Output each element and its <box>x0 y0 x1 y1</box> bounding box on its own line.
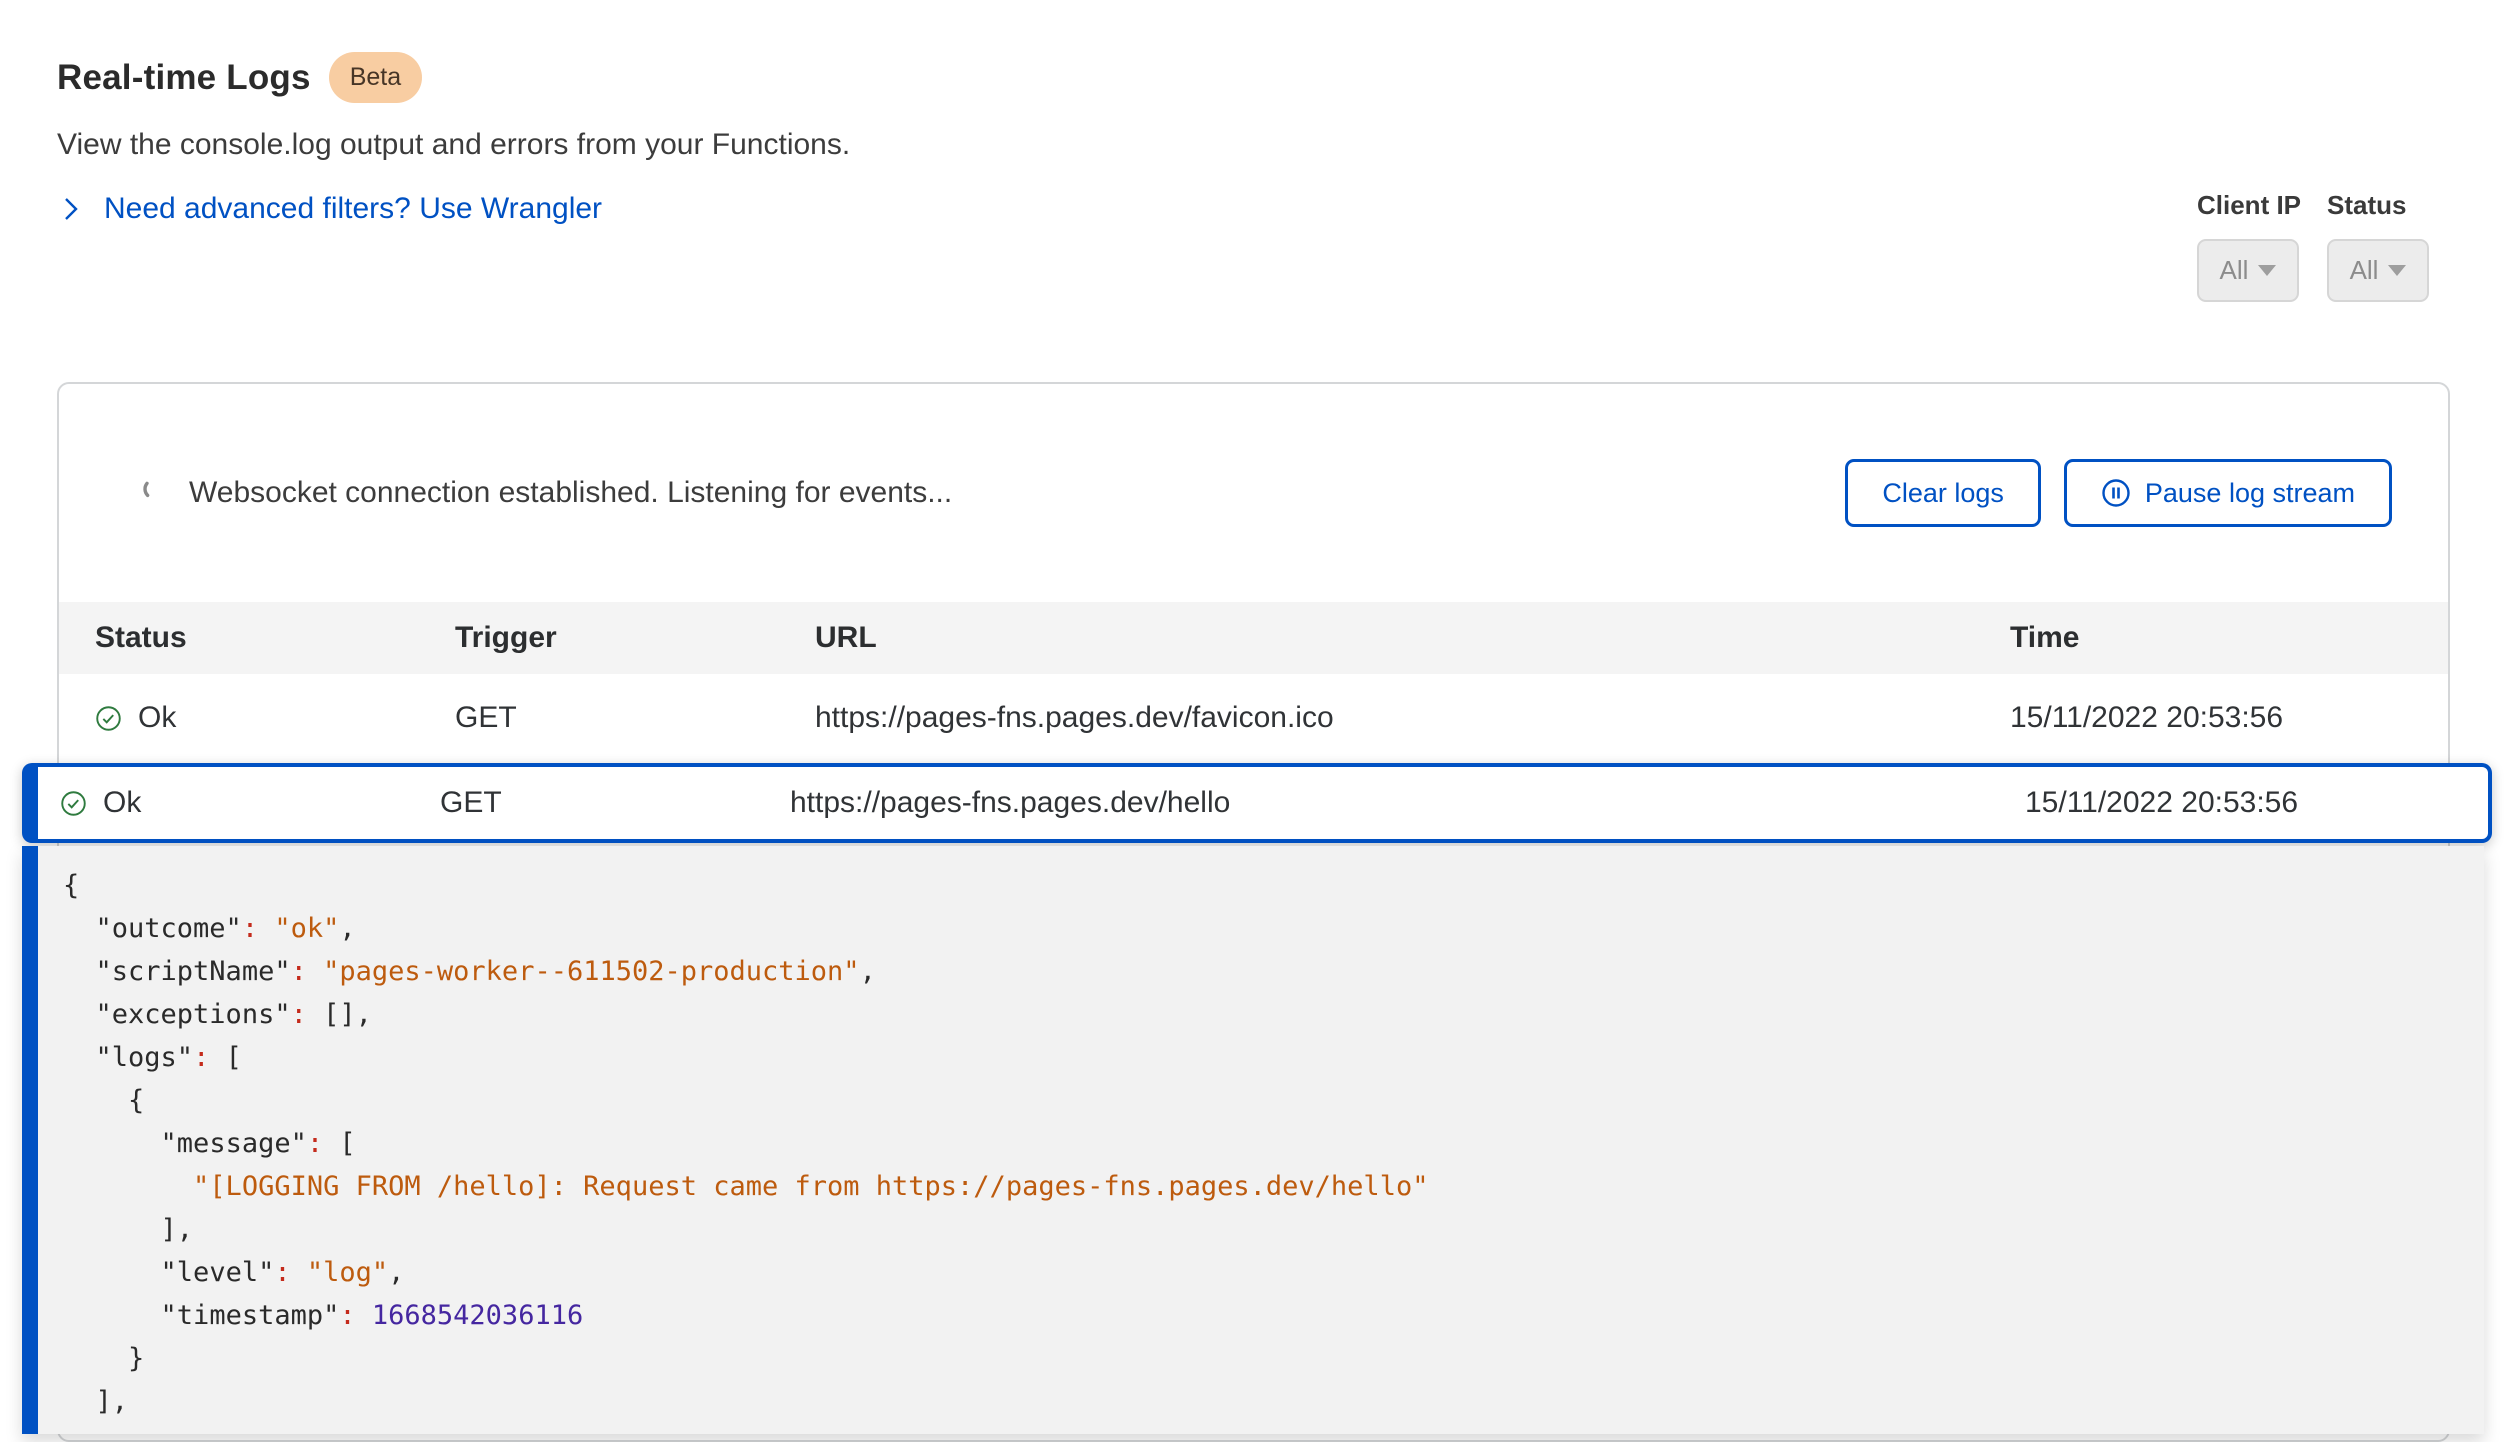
check-circle-icon <box>95 705 122 732</box>
page-subtitle: View the console.log output and errors f… <box>57 128 850 162</box>
websocket-status-message: Websocket connection established. Listen… <box>189 476 952 510</box>
table-row-expanded[interactable]: Ok GET https://pages-fns.pages.dev/hello… <box>22 763 2492 843</box>
status-cell: Ok <box>138 701 176 735</box>
log-detail-panel: { "outcome": "ok", "scriptName": "pages-… <box>22 846 2484 1434</box>
client-ip-filter-dropdown[interactable]: All <box>2197 239 2299 302</box>
column-header-status: Status <box>95 621 455 655</box>
client-ip-filter-value: All <box>2220 255 2249 286</box>
websocket-status: Websocket connection established. Listen… <box>141 476 952 510</box>
trigger-cell: GET <box>440 786 790 820</box>
url-cell: https://pages-fns.pages.dev/favicon.ico <box>815 701 2010 735</box>
pause-log-stream-button[interactable]: Pause log stream <box>2064 459 2392 527</box>
beta-badge: Beta <box>329 52 422 103</box>
status-filter-label: Status <box>2327 190 2429 221</box>
status-filter-dropdown[interactable]: All <box>2327 239 2429 302</box>
wrangler-link-label: Need advanced filters? Use Wrangler <box>104 192 602 226</box>
log-detail-json: { "outcome": "ok", "scriptName": "pages-… <box>63 864 2484 1423</box>
filters: Client IP All Status All <box>2197 190 2429 302</box>
time-cell: 15/11/2022 20:53:56 <box>2010 701 2448 735</box>
status-cell: Ok <box>103 786 141 820</box>
expanded-log-entry: Ok GET https://pages-fns.pages.dev/hello… <box>22 763 2492 1434</box>
pause-icon <box>2101 478 2131 508</box>
chevron-right-icon <box>60 195 82 223</box>
column-header-time: Time <box>2010 621 2448 655</box>
logs-toolbar: Websocket connection established. Listen… <box>59 384 2448 602</box>
table-row[interactable]: Ok GET https://pages-fns.pages.dev/favic… <box>59 674 2448 762</box>
url-cell: https://pages-fns.pages.dev/hello <box>790 786 2025 820</box>
column-header-url: URL <box>815 621 2010 655</box>
table-header: Status Trigger URL Time <box>59 602 2448 674</box>
wrangler-link[interactable]: Need advanced filters? Use Wrangler <box>60 192 602 226</box>
chevron-down-icon <box>2258 265 2276 276</box>
page-header: Real-time Logs Beta <box>57 52 422 103</box>
status-filter-value: All <box>2350 255 2379 286</box>
column-header-trigger: Trigger <box>455 621 815 655</box>
check-circle-icon <box>60 790 87 817</box>
time-cell: 15/11/2022 20:53:56 <box>2025 786 2488 820</box>
client-ip-filter-label: Client IP <box>2197 190 2301 221</box>
clear-logs-button[interactable]: Clear logs <box>1845 459 2041 527</box>
page-title: Real-time Logs <box>57 58 311 98</box>
trigger-cell: GET <box>455 701 815 735</box>
spinner-icon <box>141 476 167 510</box>
chevron-down-icon <box>2388 265 2406 276</box>
